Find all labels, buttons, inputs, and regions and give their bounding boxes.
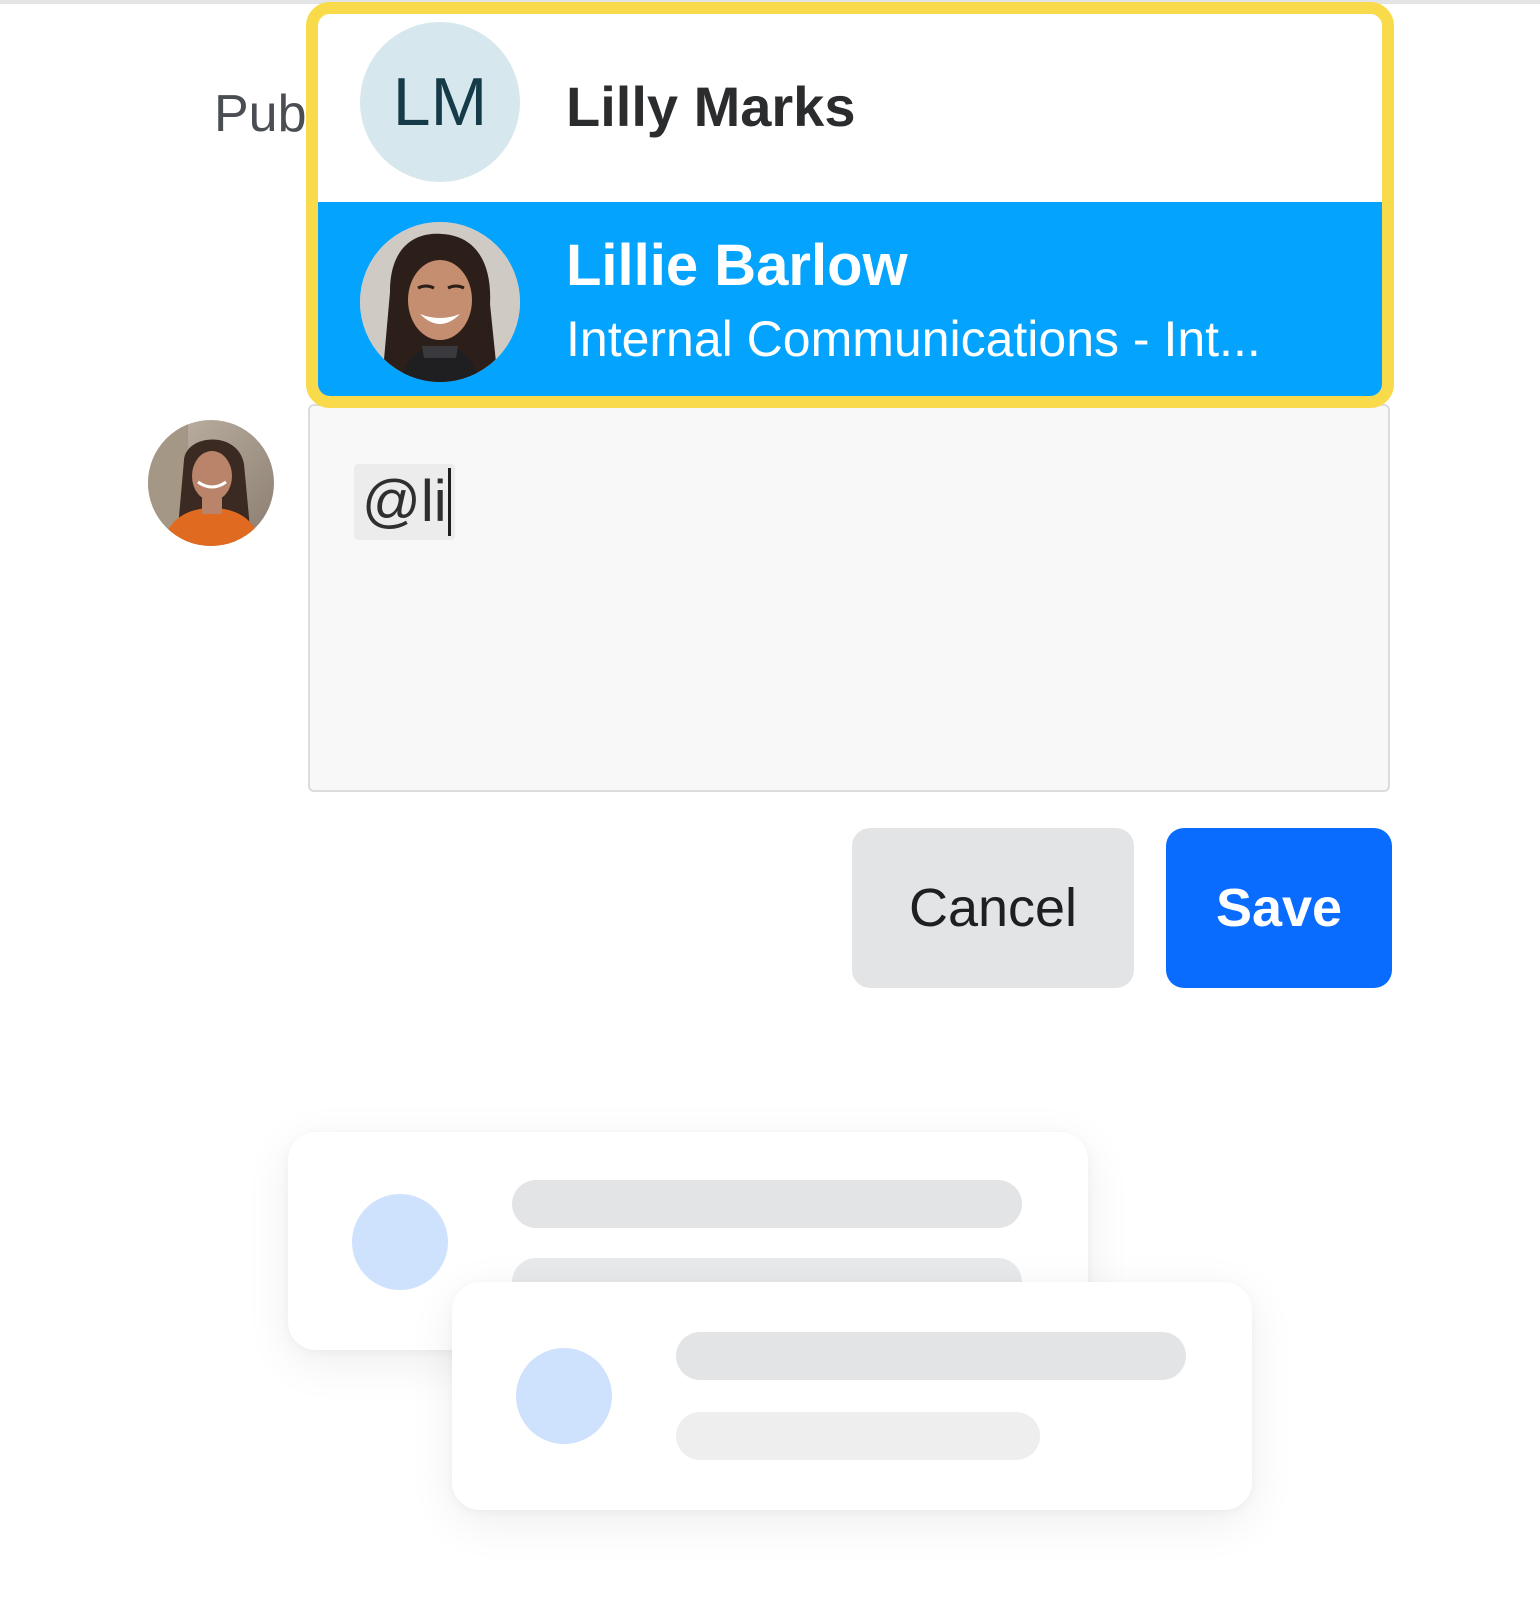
mention-option-lilly-marks[interactable]: LM Lilly Marks — [318, 14, 1382, 202]
avatar — [360, 222, 520, 382]
save-button[interactable]: Save — [1166, 828, 1392, 988]
mention-query-chip: @li — [354, 464, 455, 540]
cancel-button[interactable]: Cancel — [852, 828, 1134, 988]
placeholder-line — [676, 1412, 1040, 1460]
avatar: LM — [360, 22, 520, 182]
mention-option-lillie-barlow[interactable]: Lillie Barlow Internal Communications - … — [318, 202, 1382, 396]
background-label: Pub — [214, 85, 307, 143]
placeholder-avatar — [352, 1194, 448, 1290]
placeholder-line — [512, 1180, 1022, 1228]
placeholder-avatar — [516, 1348, 612, 1444]
current-user-avatar — [148, 420, 274, 546]
mention-suggestions-dropdown: LM Lilly Marks Lillie Barlow Internal Co… — [306, 2, 1394, 408]
comment-input[interactable]: @li — [308, 404, 1390, 792]
mention-option-subtitle: Internal Communications - Int... — [566, 311, 1261, 367]
comment-input-text: @li — [362, 469, 447, 534]
mention-option-name: Lilly Marks — [566, 75, 856, 138]
placeholder-line — [676, 1332, 1186, 1380]
mention-option-name: Lillie Barlow — [566, 233, 908, 298]
placeholder-card — [452, 1282, 1252, 1510]
avatar-initials: LM — [392, 64, 488, 140]
text-cursor — [447, 468, 451, 536]
